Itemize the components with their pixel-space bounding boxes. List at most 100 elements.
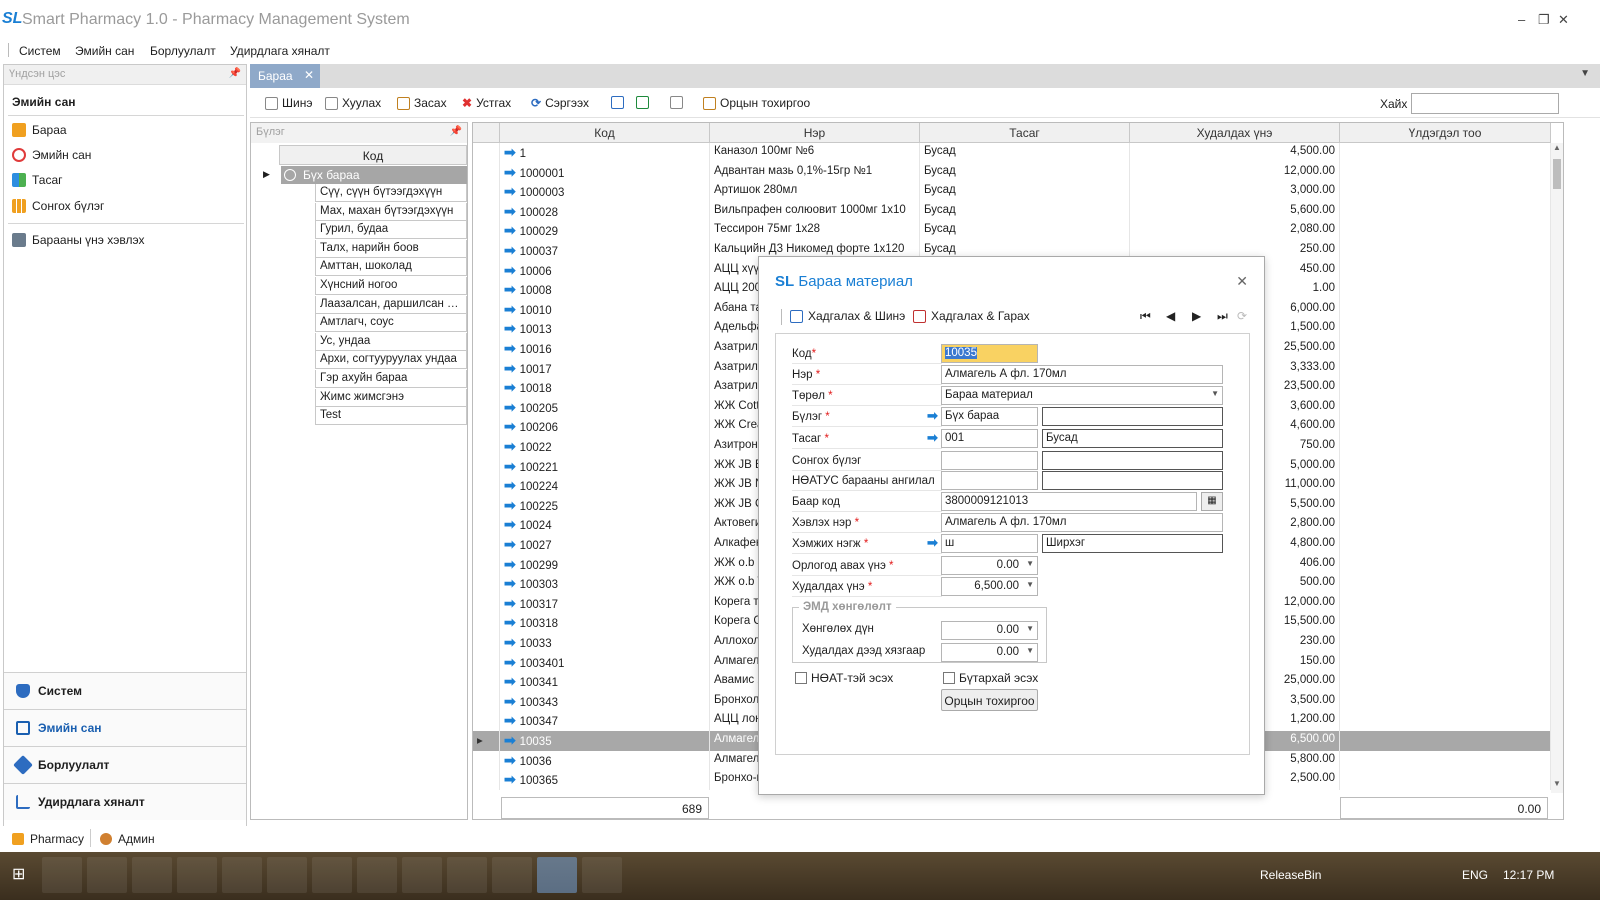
edit-button[interactable]: Засах — [397, 96, 447, 110]
smart-pharmacy-taskbar-icon[interactable] — [537, 857, 577, 893]
status-user[interactable]: Админ — [100, 832, 155, 846]
barcode-button[interactable] — [670, 96, 683, 109]
tree-root-all-goods[interactable]: Бүх бараа — [299, 166, 467, 184]
sell-limit-spinner[interactable]: 0.00 ▼ — [941, 643, 1038, 662]
chevron-down-icon[interactable]: ▼ — [1026, 646, 1034, 655]
nav-bottom-sales[interactable]: Борлуулалт — [4, 746, 246, 783]
refresh-button[interactable]: ⟳ Сэргээх — [531, 96, 589, 110]
arrow-right-icon[interactable]: ➡ — [927, 535, 938, 551]
tree-node[interactable]: Гэр ахуйн бараа — [315, 370, 467, 388]
copy-button[interactable]: Хуулах — [325, 96, 381, 110]
chevron-down-icon[interactable]: ▼ — [1580, 68, 1590, 79]
scroll-up-icon[interactable]: ▲ — [1553, 143, 1561, 152]
table-row[interactable]: ➡ 100029 Тессирон 75мг 1х28 Бусад 2,080.00 — [473, 221, 1551, 241]
tree-node[interactable]: Амттан, шоколад — [315, 258, 467, 277]
chevron-down-icon[interactable]: ▼ — [1026, 624, 1034, 633]
prev-record-icon[interactable]: ◀ — [1166, 309, 1175, 323]
table-row[interactable]: ➡ 1000003 Артишок 280мл Бусад 3,000.00 — [473, 182, 1551, 202]
arrow-right-icon[interactable]: ➡ — [504, 164, 520, 180]
tree-node[interactable]: Гурил, будаа — [315, 221, 467, 240]
first-record-icon[interactable]: ⏮ — [1140, 309, 1151, 324]
tree-node[interactable]: Ус, ундаа — [315, 332, 467, 351]
scrollbar-thumb[interactable] — [1553, 159, 1561, 189]
arrow-right-icon[interactable]: ➡ — [504, 320, 520, 336]
arrow-right-icon[interactable]: ➡ — [504, 438, 520, 454]
arrow-right-icon[interactable]: ➡ — [927, 408, 938, 424]
col-header-sell-price[interactable]: Худалдах үнэ — [1130, 123, 1340, 143]
arrow-right-icon[interactable]: ➡ — [504, 536, 520, 552]
arrow-right-icon[interactable]: ➡ — [504, 379, 520, 395]
tree-node[interactable]: Архи, согтууруулах ундаа — [315, 351, 467, 370]
scroll-down-icon[interactable]: ▼ — [1553, 779, 1561, 788]
save-exit-button[interactable]: Хадгалах & Гарах — [913, 309, 1030, 323]
nav-item-price-print[interactable]: Барааны үнэ хэвлэх — [12, 230, 144, 250]
discount-amount-spinner[interactable]: 0.00 ▼ — [941, 621, 1038, 640]
unit-name-field[interactable]: Ширхэг — [1042, 534, 1223, 553]
tree-node[interactable]: Хүнсний ногоо — [315, 277, 467, 295]
excel-export-button[interactable] — [636, 96, 649, 109]
tray-label[interactable]: ReleaseBin — [1260, 868, 1321, 882]
close-icon[interactable]: ✕ — [304, 68, 314, 82]
vat-category-field[interactable] — [941, 471, 1038, 490]
arrow-right-icon[interactable]: ➡ — [504, 183, 520, 199]
arrow-right-icon[interactable]: ➡ — [504, 222, 520, 238]
arrow-right-icon[interactable]: ➡ — [504, 771, 520, 787]
table-row[interactable]: ➡ 1 Каназол 100мг №6 Бусад 4,500.00 — [473, 143, 1551, 163]
col-header-name[interactable]: Нэр — [710, 123, 920, 143]
chevron-down-icon[interactable]: ▼ — [1026, 580, 1034, 589]
delete-button[interactable]: ✖ Устгах — [462, 96, 511, 110]
nav-item-goods[interactable]: Бараа — [12, 120, 67, 140]
choose-group-name-field[interactable] — [1042, 451, 1223, 470]
tree-node[interactable]: Сүү, сүүн бүтээгдэхүүн — [315, 184, 467, 202]
arrow-right-icon[interactable]: ➡ — [504, 693, 520, 709]
tree-node[interactable]: Жимс жимсгэнэ — [315, 388, 467, 407]
group-field[interactable]: Бүх бараа — [941, 407, 1038, 426]
choose-group-field[interactable] — [941, 451, 1038, 470]
tree-node[interactable]: Лаазалсан, даршилсан бү... — [315, 295, 467, 314]
nav-item-choose-group[interactable]: Сонгох бүлэг — [12, 196, 104, 216]
arrow-right-icon[interactable]: ➡ — [504, 477, 520, 493]
arrow-right-icon[interactable]: ➡ — [504, 458, 520, 474]
explorer-icon[interactable] — [42, 857, 82, 893]
name-field[interactable]: Алмагель А фл. 170мл — [941, 365, 1223, 384]
nav-bottom-system[interactable]: Систем — [4, 672, 246, 709]
dialog-close-button[interactable]: ✕ — [1236, 273, 1248, 290]
nav-item-pharmacy[interactable]: Эмийн сан — [12, 145, 91, 165]
tree-node[interactable]: Мах, махан бүтээгдэхүүн — [315, 202, 467, 221]
minimize-button[interactable]: – — [1518, 12, 1525, 27]
nav-bottom-management[interactable]: Удирдлага хяналт — [4, 783, 246, 820]
tab-goods[interactable]: Бараа ✕ — [250, 64, 320, 88]
arrow-right-icon[interactable]: ➡ — [504, 595, 520, 611]
arrow-right-icon[interactable]: ➡ — [927, 430, 938, 446]
tree-node[interactable]: Амтлагч, соус — [315, 314, 467, 333]
next-record-icon[interactable]: ▶ — [1192, 309, 1201, 323]
onenote-icon[interactable] — [447, 857, 487, 893]
menu-sales[interactable]: Борлуулалт — [150, 44, 216, 58]
arrow-right-icon[interactable]: ➡ — [504, 242, 520, 258]
arrow-right-icon[interactable]: ➡ — [504, 144, 520, 160]
made-checkbox-row[interactable]: Бүтархай эсэх — [943, 671, 1038, 685]
vat-checkbox-row[interactable]: НӨАТ-тэй эсэх — [795, 671, 893, 685]
vat-category-name-field[interactable] — [1042, 471, 1223, 490]
chevron-down-icon[interactable]: ▼ — [1026, 559, 1034, 568]
arrow-right-icon[interactable]: ➡ — [504, 360, 520, 376]
clock[interactable]: 12:17 PM — [1503, 868, 1554, 882]
pin-icon[interactable]: 📌 — [450, 126, 462, 137]
arrow-right-icon[interactable]: ➡ — [504, 516, 520, 532]
pin-icon[interactable]: 📌 — [229, 68, 241, 79]
onenote-2-icon[interactable] — [492, 857, 532, 893]
arrow-right-icon[interactable]: ➡ — [504, 712, 520, 728]
col-header-stock[interactable]: Үлдэгдэл тоо — [1340, 123, 1551, 143]
arrow-right-icon[interactable]: ➡ — [504, 634, 520, 650]
arrow-right-icon[interactable]: ➡ — [504, 654, 520, 670]
arrow-right-icon[interactable]: ➡ — [504, 497, 520, 513]
col-header-department[interactable]: Тасаг — [920, 123, 1130, 143]
grid-scrollbar[interactable] — [1551, 143, 1563, 793]
arrow-right-icon[interactable]: ➡ — [504, 399, 520, 415]
nav-item-department[interactable]: Тасаг — [12, 170, 63, 190]
save-new-button[interactable]: Хадгалах & Шинэ — [790, 309, 905, 323]
close-button[interactable]: ✕ — [1558, 12, 1569, 28]
arrow-right-icon[interactable]: ➡ — [504, 732, 520, 748]
forward-icon[interactable] — [357, 857, 397, 893]
vat-checkbox[interactable] — [795, 672, 807, 684]
